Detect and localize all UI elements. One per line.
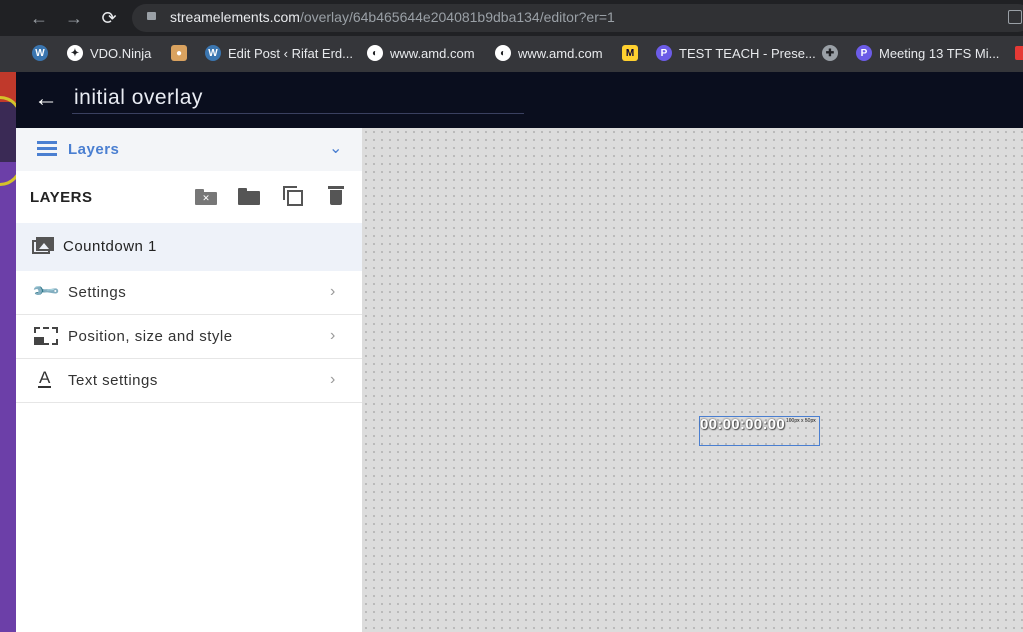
bookmark-amd-2[interactable]: ◐ www.amd.com [495, 43, 603, 63]
vdo-ninja-icon: ✦ [67, 45, 83, 61]
settings-label: Settings [68, 284, 127, 301]
bookmark-label: www.amd.com [518, 45, 603, 61]
back-arrow-icon[interactable]: ← [28, 7, 50, 29]
chevron-right-icon: › [330, 283, 336, 300]
reload-icon[interactable]: ⟳ [98, 7, 120, 29]
miro-icon: M [622, 45, 638, 61]
countdown-timer-text: 00:00:00:00 [700, 416, 786, 433]
pear-deck-icon: P [856, 45, 872, 61]
bookmark-label: www.amd.com [390, 45, 475, 61]
overlay-canvas[interactable] [362, 128, 1023, 632]
bookmark-vdo-ninja[interactable]: ✦ VDO.Ninja [67, 43, 151, 63]
lock-icon[interactable] [147, 12, 156, 20]
overlay-title[interactable]: initial overlay [74, 86, 203, 110]
bookmark-edit-post[interactable]: W Edit Post ‹ Rifat Erd... [205, 43, 353, 63]
url-domain: streamelements.com [170, 9, 300, 25]
bookmark-label: VDO.Ninja [90, 45, 152, 61]
layers-title: LAYERS [30, 189, 93, 206]
globe-icon: ◐ [495, 45, 511, 61]
bookmark-meeting-13[interactable]: P Meeting 13 TFS Mi... [856, 43, 999, 63]
image-layer-icon [32, 237, 54, 255]
wordpress-icon: W [205, 45, 221, 61]
url-text[interactable]: streamelements.com/overlay/64b465644e204… [170, 9, 615, 25]
bookmark-label: TEST TEACH - Prese... [679, 45, 816, 61]
text-icon: A [38, 368, 52, 388]
wordpress-icon: W [32, 45, 48, 61]
bookmark-miro[interactable]: M [622, 43, 638, 63]
back-arrow-icon[interactable]: ← [34, 86, 58, 112]
text-settings-label: Text settings [68, 372, 158, 389]
layer-item-label: Countdown 1 [63, 238, 157, 255]
youtube-icon[interactable] [1015, 46, 1023, 60]
chevron-down-icon: ⌄ [329, 140, 343, 157]
bookmark-label: Meeting 13 TFS Mi... [879, 45, 1000, 61]
forward-arrow-icon[interactable]: → [63, 7, 85, 29]
bookmark-cake[interactable]: ● [171, 43, 187, 63]
folder-icon[interactable] [238, 188, 260, 205]
share-icon[interactable] [1008, 10, 1022, 24]
url-path: /overlay/64b465644e204081b9dba134/editor… [299, 9, 615, 25]
bookmark-wordpress[interactable]: W [32, 43, 48, 63]
globe-icon: ◐ [367, 45, 383, 61]
layers-dropdown-label: Layers [68, 141, 120, 158]
position-size-style-label: Position, size and style [68, 328, 233, 345]
ungroup-folder-icon[interactable]: ✕ [195, 189, 217, 205]
pear-deck-icon: P [656, 45, 672, 61]
menu-lines-icon [37, 141, 57, 157]
chevron-right-icon: › [330, 327, 336, 344]
bookmark-label: Edit Post ‹ Rifat Erd... [228, 45, 353, 61]
bookmark-puzzle[interactable]: ✚ [822, 43, 838, 63]
duplicate-icon[interactable] [283, 186, 303, 206]
bookmark-test-teach[interactable]: P TEST TEACH - Prese... [656, 43, 816, 63]
cake-icon: ● [171, 45, 187, 61]
chevron-right-icon: › [330, 371, 336, 388]
puzzle-icon: ✚ [822, 45, 838, 61]
title-underline [72, 113, 524, 114]
position-icon [34, 327, 58, 345]
trash-icon[interactable] [328, 186, 344, 206]
widget-size-label: 100px x 50px [786, 418, 816, 424]
bookmark-amd-1[interactable]: ◐ www.amd.com [367, 43, 475, 63]
